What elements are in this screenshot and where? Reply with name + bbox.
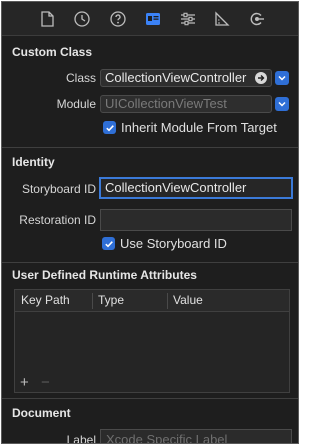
module-placeholder: UICollectionViewTest [105,96,227,111]
file-icon[interactable] [38,10,56,28]
section-divider [2,398,298,399]
document-title: Document [12,406,71,420]
section-divider [2,147,298,148]
module-label: Module [56,97,96,111]
module-dropdown-button[interactable] [275,97,289,111]
checkmark-icon [104,240,113,247]
checkmark-icon [105,124,114,131]
restoration-id-label: Restoration ID [19,213,96,227]
history-icon[interactable] [73,10,91,28]
storyboard-id-label: Storyboard ID [21,182,96,196]
inherit-module-label: Inherit Module From Target [121,120,277,135]
inherit-module-checkbox[interactable] [103,121,116,134]
help-icon[interactable] [109,10,127,28]
class-value: CollectionViewController [105,70,247,85]
column-header-type[interactable]: Type [98,293,124,307]
module-combo[interactable]: UICollectionViewTest [100,95,272,113]
column-separator [92,293,93,309]
table-header: Key Path Type Value [15,290,289,312]
class-label: Class [65,71,96,85]
chevron-down-icon [278,75,286,81]
runtime-attributes-title: User Defined Runtime Attributes [12,268,197,282]
use-storyboard-id-checkbox[interactable] [102,237,115,250]
go-to-class-icon[interactable] [255,72,267,84]
identity-title: Identity [12,155,55,169]
chevron-down-icon [278,101,286,107]
table-footer: + − [15,374,289,392]
section-divider [2,262,298,263]
use-storyboard-id-label: Use Storyboard ID [120,236,227,251]
column-separator [167,293,168,309]
runtime-attributes-table[interactable]: Key Path Type Value + − [14,289,290,393]
class-combo[interactable]: CollectionViewController [100,69,272,87]
restoration-id-field[interactable] [100,209,292,231]
attributes-icon[interactable] [179,10,197,28]
remove-attribute-button[interactable]: − [41,375,50,390]
identity-icon[interactable] [144,10,162,28]
connections-icon[interactable] [248,10,266,28]
column-header-value[interactable]: Value [173,293,203,307]
class-dropdown-button[interactable] [275,71,289,85]
document-label-label: Label [66,433,96,444]
identity-inspector: Custom Class Class CollectionViewControl… [1,1,299,444]
inspector-tab-bar [2,2,298,36]
custom-class-title: Custom Class [12,45,93,59]
column-header-key-path[interactable]: Key Path [21,293,70,307]
add-attribute-button[interactable]: + [20,375,29,390]
storyboard-id-field[interactable]: CollectionViewController [99,177,293,199]
document-label-field[interactable]: Xcode Specific Label [100,429,292,443]
size-icon[interactable] [213,10,231,28]
